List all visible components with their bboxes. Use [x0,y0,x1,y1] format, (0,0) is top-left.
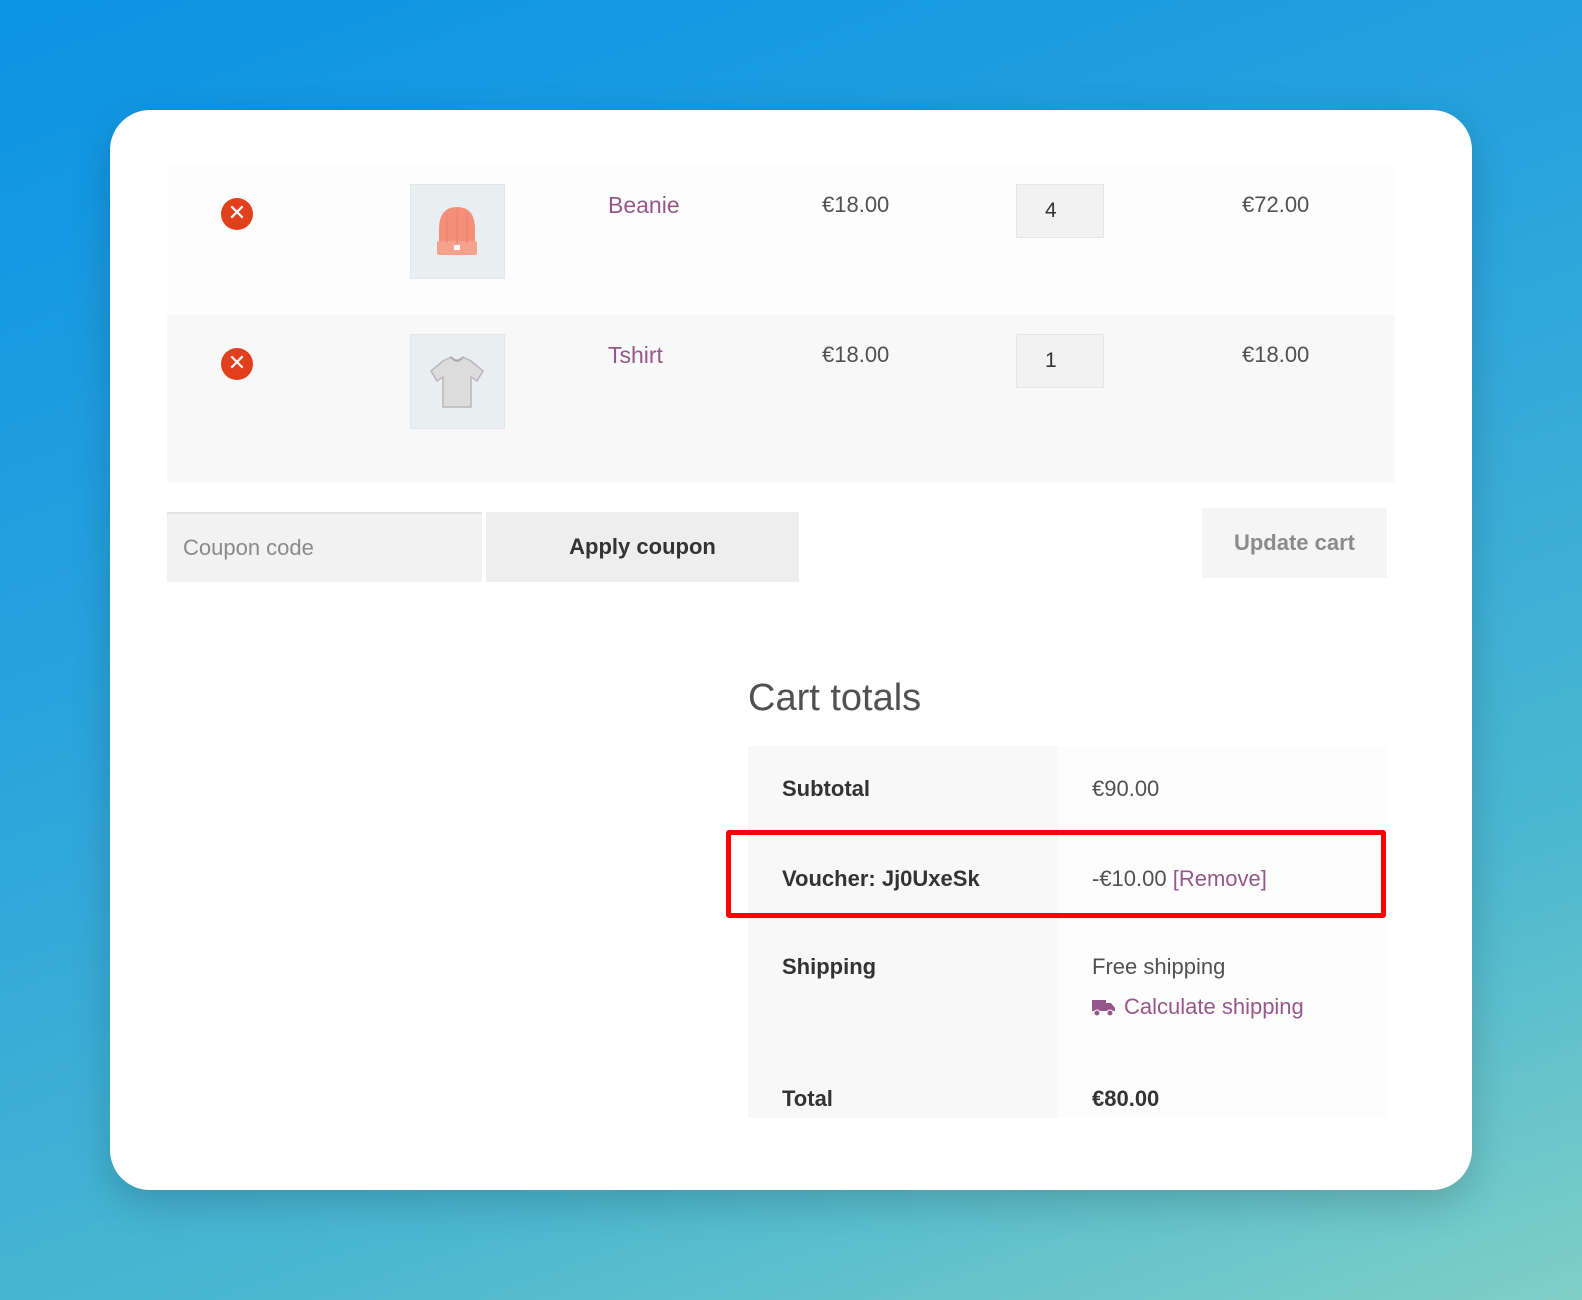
calculate-shipping-label[interactable]: Calculate shipping [1124,994,1304,1019]
total-row: Total €80.00 [748,1054,1388,1118]
remove-item-icon[interactable]: ✕ [221,348,253,380]
apply-coupon-button[interactable]: Apply coupon [486,512,799,582]
cart-card: ✕ Beanie €18.00 4 €72.00 ✕ Tshirt €18.00… [110,110,1472,1190]
shipping-row: Shipping Free shipping Calculate shippin… [748,922,1388,1054]
remove-item-icon[interactable]: ✕ [221,198,253,230]
calculate-shipping-link[interactable]: Calculate shipping [1092,994,1388,1023]
shipping-label: Shipping [748,922,1058,1054]
product-price: €18.00 [822,342,890,367]
voucher-highlight-box [726,830,1386,918]
subtotal-value: €90.00 [1058,746,1388,830]
cart-row: ✕ Tshirt €18.00 1 €18.00 [167,315,1395,483]
quantity-input[interactable]: 4 [1016,184,1104,238]
shipping-method: Free shipping [1092,954,1226,979]
subtotal-row: Subtotal €90.00 [748,746,1388,830]
line-subtotal: €72.00 [1242,192,1310,217]
beanie-image[interactable] [410,184,505,279]
line-subtotal: €18.00 [1242,342,1310,367]
product-price: €18.00 [822,192,890,217]
cart-totals-title: Cart totals [748,677,922,719]
update-cart-button[interactable]: Update cart [1202,508,1387,578]
coupon-code-input[interactable] [167,512,482,582]
total-label: Total [748,1054,1058,1118]
product-name-link[interactable]: Beanie [608,192,680,219]
product-name-link[interactable]: Tshirt [608,342,663,369]
cart-row: ✕ Beanie €18.00 4 €72.00 [167,165,1395,335]
tshirt-image[interactable] [410,334,505,429]
cart-totals-table: Subtotal €90.00 Voucher: Jj0UxeSk -€10.0… [748,746,1388,1118]
shipping-value-cell: Free shipping Calculate shipping [1058,922,1388,1054]
subtotal-label: Subtotal [748,746,1058,830]
total-value: €80.00 [1058,1054,1388,1118]
quantity-input[interactable]: 1 [1016,334,1104,388]
truck-icon [1092,997,1116,1023]
